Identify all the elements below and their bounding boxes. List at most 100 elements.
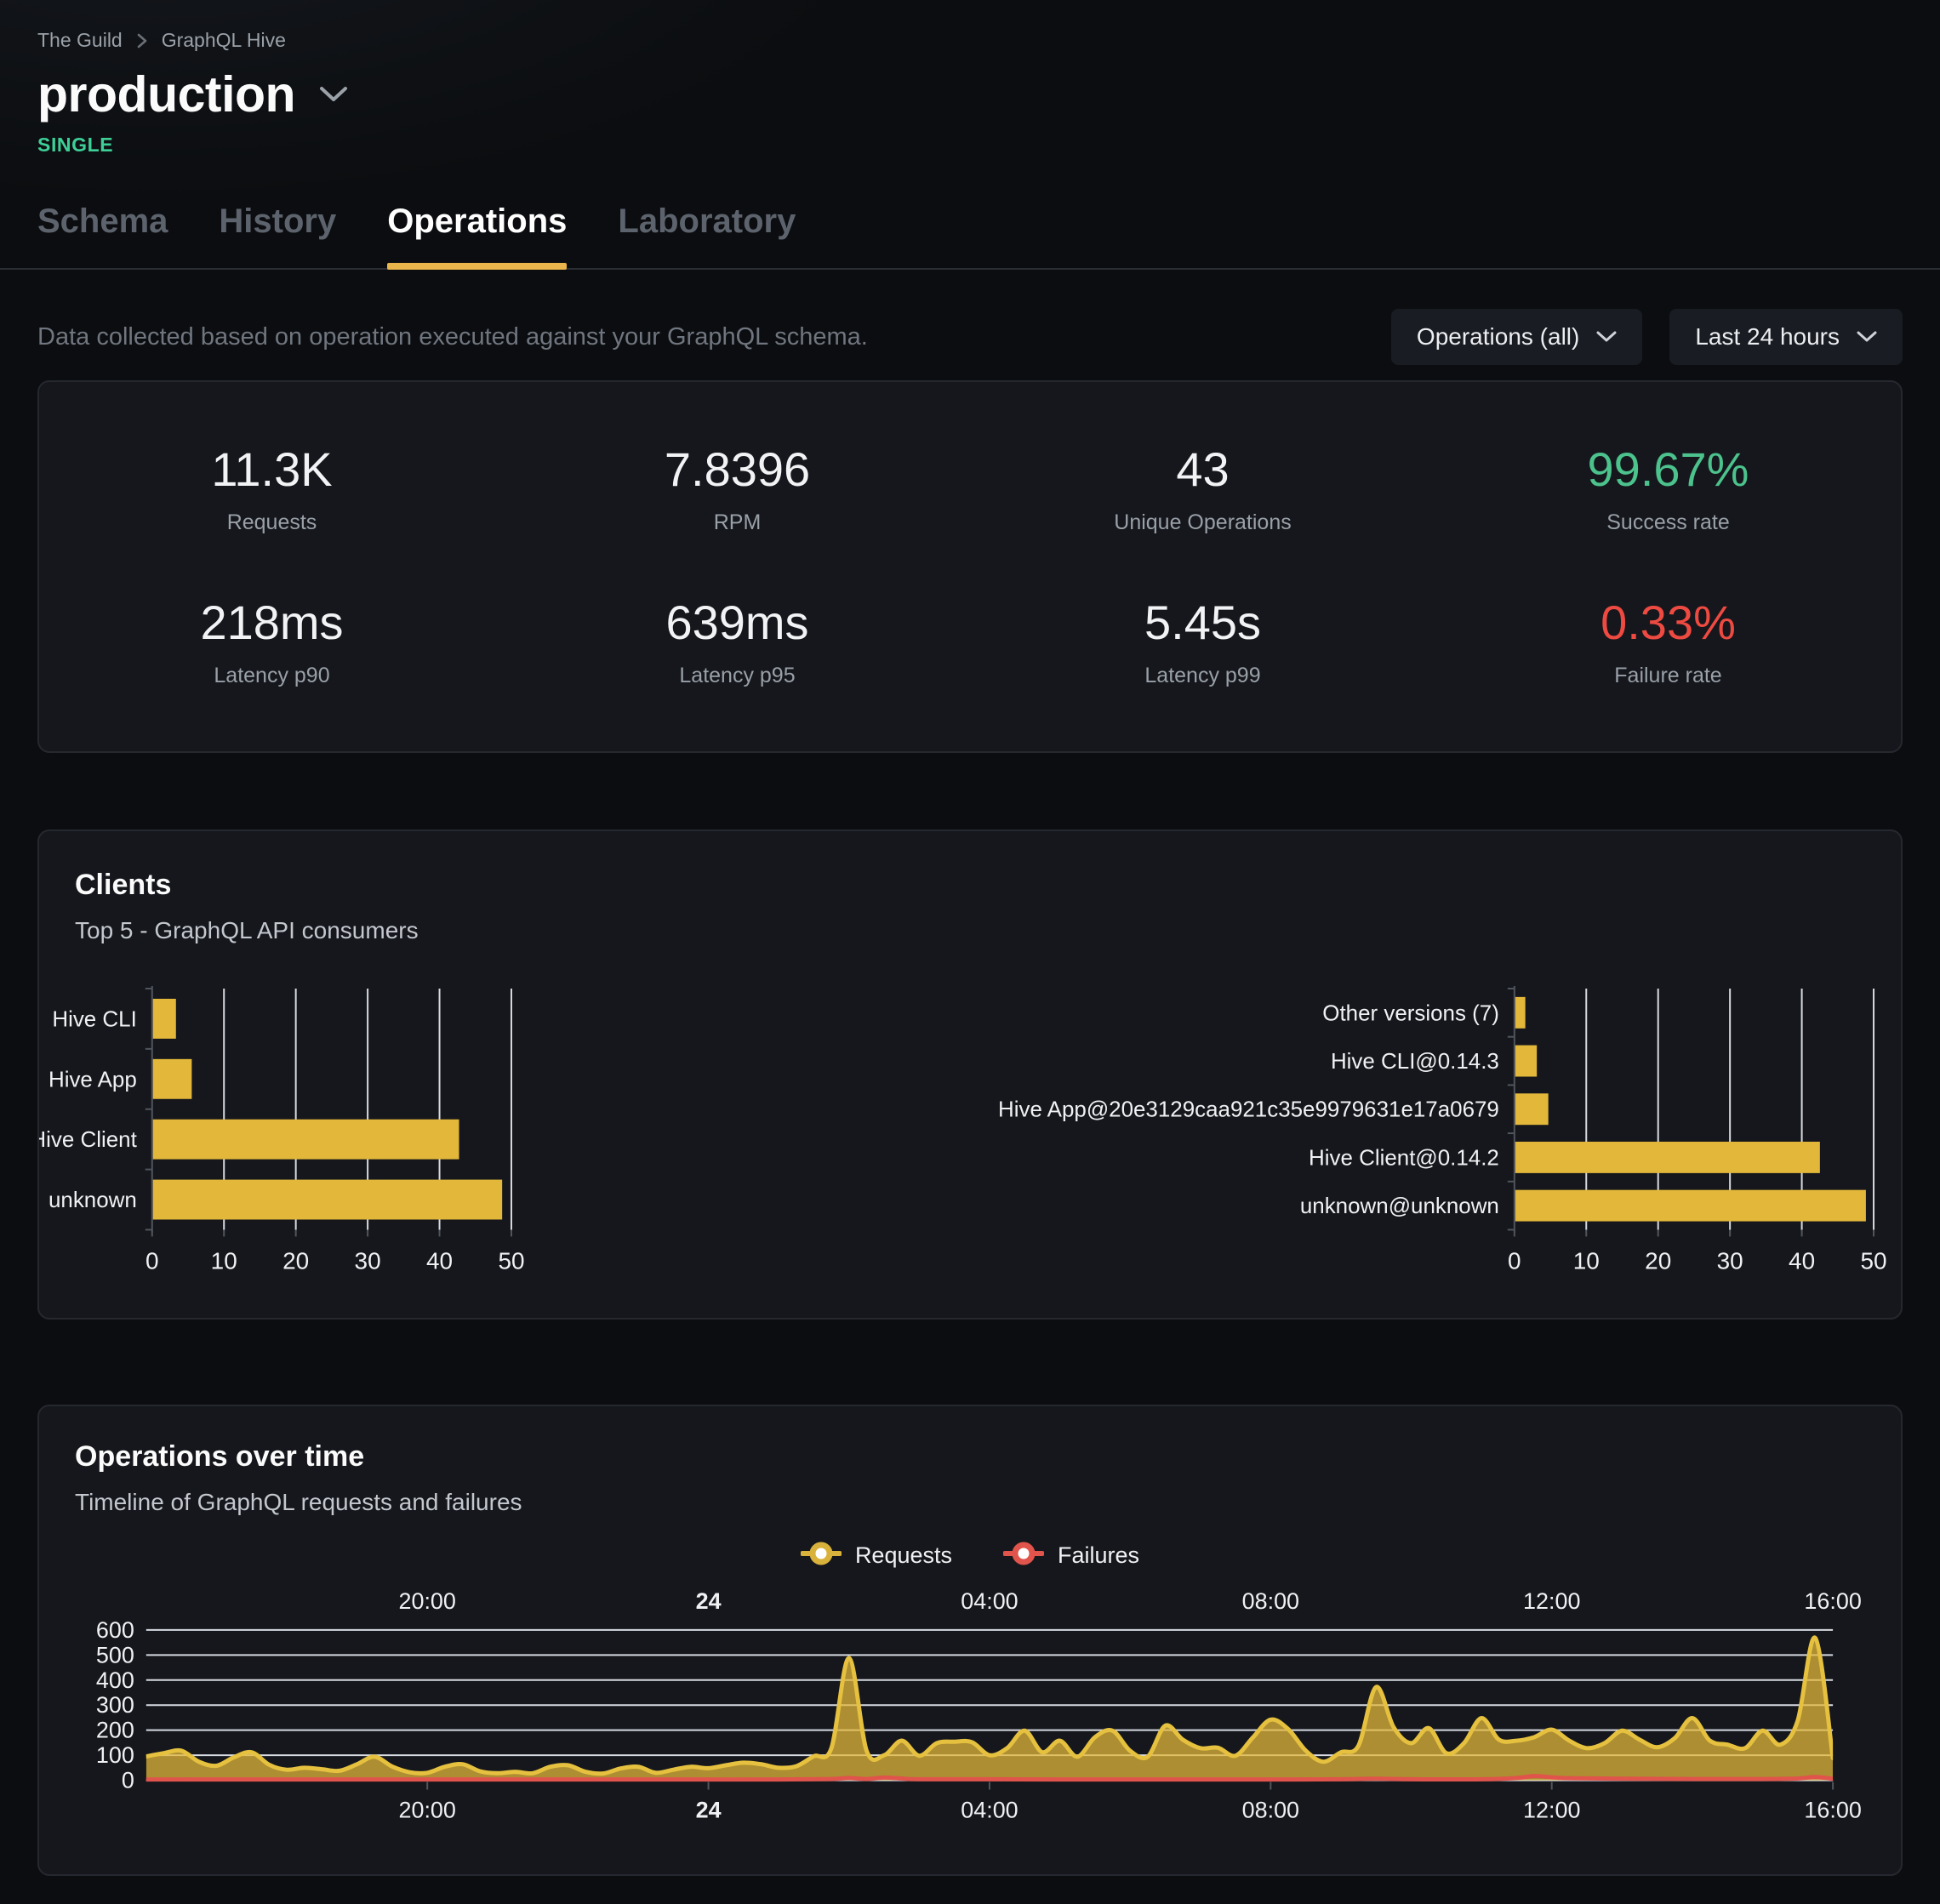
stat-label: Latency p99 bbox=[970, 664, 1435, 688]
stat-value: 43 bbox=[970, 442, 1435, 497]
tab-bar: Schema History Operations Laboratory bbox=[0, 202, 1940, 270]
category-label: Hive App bbox=[48, 1068, 137, 1092]
x-tick-label: 30 bbox=[1717, 1247, 1743, 1274]
stat-label: Success rate bbox=[1435, 510, 1901, 535]
bar bbox=[1515, 1142, 1820, 1173]
page-header: The Guild GraphQL Hive production SINGLE bbox=[0, 0, 1940, 157]
chevron-down-icon bbox=[1857, 331, 1877, 343]
x-tick-label: 50 bbox=[498, 1247, 524, 1274]
bar bbox=[1515, 1046, 1537, 1077]
x-tick-label: 10 bbox=[1573, 1247, 1600, 1274]
stat-value: 0.33% bbox=[1435, 595, 1901, 650]
x-tick-label: 0 bbox=[1508, 1247, 1521, 1274]
stat-latency-p90: 218msLatency p90 bbox=[39, 595, 505, 688]
stats-card: 11.3KRequests7.8396 RPM43Unique Operation… bbox=[37, 380, 1903, 753]
time-range-dropdown[interactable]: Last 24 hours bbox=[1669, 309, 1903, 365]
collection-note: Data collected based on operation execut… bbox=[37, 323, 868, 351]
legend-item-requests[interactable]: Requests bbox=[801, 1540, 952, 1571]
stat-latency-p99: 5.45s Latency p99 bbox=[970, 595, 1435, 688]
operations-over-time-card: Operations over time Timeline of GraphQL… bbox=[37, 1405, 1903, 1875]
legend-item-failures[interactable]: Failures bbox=[1003, 1540, 1139, 1571]
x-tick-label: 24 bbox=[696, 1798, 722, 1823]
x-tick-label: 04:00 bbox=[961, 1588, 1018, 1614]
tab-laboratory[interactable]: Laboratory bbox=[618, 202, 796, 268]
stat-value: 11.3K bbox=[39, 442, 505, 497]
bar bbox=[153, 999, 176, 1039]
bar bbox=[153, 1059, 192, 1099]
operations-title: Operations over time bbox=[39, 1440, 1901, 1474]
category-label: Hive CLI@0.14.3 bbox=[1331, 1050, 1499, 1074]
tab-history[interactable]: History bbox=[219, 202, 336, 268]
stat-value: 99.67% bbox=[1435, 442, 1901, 497]
legend-label: Failures bbox=[1058, 1542, 1139, 1569]
x-tick-label: 20 bbox=[1645, 1247, 1671, 1274]
operations-timeline-chart: 010020030040050060020:0020:00242404:0004… bbox=[39, 1583, 1901, 1839]
x-tick-label: 0 bbox=[146, 1247, 159, 1274]
x-tick-label: 12:00 bbox=[1523, 1588, 1580, 1614]
category-label: unknown bbox=[48, 1189, 137, 1212]
x-tick-label: 24 bbox=[696, 1588, 722, 1614]
stat-rpm: 7.8396 RPM bbox=[505, 442, 970, 535]
x-tick-label: 40 bbox=[1789, 1247, 1815, 1274]
target-selector[interactable]: production bbox=[37, 66, 348, 123]
x-tick-label: 40 bbox=[426, 1247, 453, 1274]
y-tick-label: 200 bbox=[96, 1718, 134, 1743]
category-label: Hive CLI bbox=[52, 1007, 136, 1031]
client-charts-row: 01020304050Hive CLIHive AppHive Clientun… bbox=[39, 985, 1901, 1284]
legend-label: Requests bbox=[855, 1542, 952, 1569]
client-version-bar-chart: 0 10 20 30 40 50 Other versions (7) Hive CLI@0.… bbox=[970, 985, 1901, 1284]
stat-label: RPM bbox=[505, 510, 970, 535]
clients-subtitle: Top 5 - GraphQL API consumers bbox=[39, 917, 1901, 944]
bar bbox=[153, 1180, 502, 1220]
tab-operations[interactable]: Operations bbox=[387, 202, 567, 268]
x-tick-label: 20:00 bbox=[398, 1588, 455, 1614]
clients-card: Clients Top 5 - GraphQL API consumers 0 1… bbox=[37, 829, 1903, 1320]
operations-subtitle: Timeline of GraphQL requests and failure… bbox=[39, 1489, 1901, 1516]
series-area-requests bbox=[146, 1638, 1833, 1781]
timeline-legend: Requests Failures bbox=[39, 1540, 1901, 1571]
bar bbox=[153, 1120, 459, 1160]
stat-value: 639ms bbox=[505, 595, 970, 650]
bar bbox=[1515, 997, 1526, 1029]
y-tick-label: 600 bbox=[96, 1617, 134, 1643]
toolbar: Data collected based on operation execut… bbox=[0, 309, 1940, 365]
x-tick-label: 04:00 bbox=[961, 1798, 1018, 1823]
stat-label: Latency p95 bbox=[505, 664, 970, 688]
chevron-right-icon bbox=[136, 32, 148, 49]
x-tick-label: 50 bbox=[1860, 1247, 1886, 1274]
target-mode-badge: SINGLE bbox=[37, 134, 1903, 157]
breadcrumb: The Guild GraphQL Hive bbox=[37, 29, 1903, 52]
x-tick-label: 12:00 bbox=[1523, 1798, 1580, 1823]
x-tick-label: 20:00 bbox=[398, 1798, 455, 1823]
stat-requests: 11.3KRequests bbox=[39, 442, 505, 535]
bar bbox=[1515, 1190, 1866, 1222]
stat-label: Latency p90 bbox=[39, 664, 505, 688]
filters: Operations (all) Last 24 hours bbox=[1391, 309, 1903, 365]
x-tick-label: 20 bbox=[282, 1247, 309, 1274]
filter-label: Operations (all) bbox=[1417, 323, 1579, 351]
stat-value: 7.8396 bbox=[505, 442, 970, 497]
stat-value: 5.45s bbox=[970, 595, 1435, 650]
bar bbox=[1515, 1093, 1549, 1125]
clients-title: Clients bbox=[39, 869, 1901, 902]
chevron-down-icon bbox=[1596, 331, 1617, 343]
category-label: Hive Client@0.14.2 bbox=[1309, 1146, 1499, 1170]
active-tab-indicator bbox=[387, 263, 567, 270]
legend-marker-icon bbox=[1003, 1540, 1044, 1571]
breadcrumb-item[interactable]: GraphQL Hive bbox=[162, 29, 286, 52]
x-tick-label: 16:00 bbox=[1804, 1798, 1861, 1823]
breadcrumb-item[interactable]: The Guild bbox=[37, 29, 123, 52]
stat-label: Failure rate bbox=[1435, 664, 1901, 688]
tab-schema[interactable]: Schema bbox=[37, 202, 168, 268]
stat-latency-p95: 639ms Latency p95 bbox=[505, 595, 970, 688]
category-label: Other versions (7) bbox=[1322, 1001, 1499, 1025]
x-tick-label: 08:00 bbox=[1242, 1588, 1299, 1614]
stat-unique-operations: 43Unique Operations bbox=[970, 442, 1435, 535]
category-label: unknown@unknown bbox=[1300, 1194, 1499, 1218]
page: The GuildGraphQL Hive production SINGLE … bbox=[0, 0, 1940, 1904]
client-name-bar-chart: 01020304050Hive CLIHive AppHive Clientun… bbox=[39, 985, 970, 1284]
category-label: Hive App@20e3129caa921c35e9979631e17a067… bbox=[998, 1098, 1499, 1122]
operations-filter-dropdown[interactable]: Operations (all) bbox=[1391, 309, 1642, 365]
stat-success-rate: 99.67% Success rate bbox=[1435, 442, 1901, 535]
filter-label: Last 24 hours bbox=[1695, 323, 1840, 351]
